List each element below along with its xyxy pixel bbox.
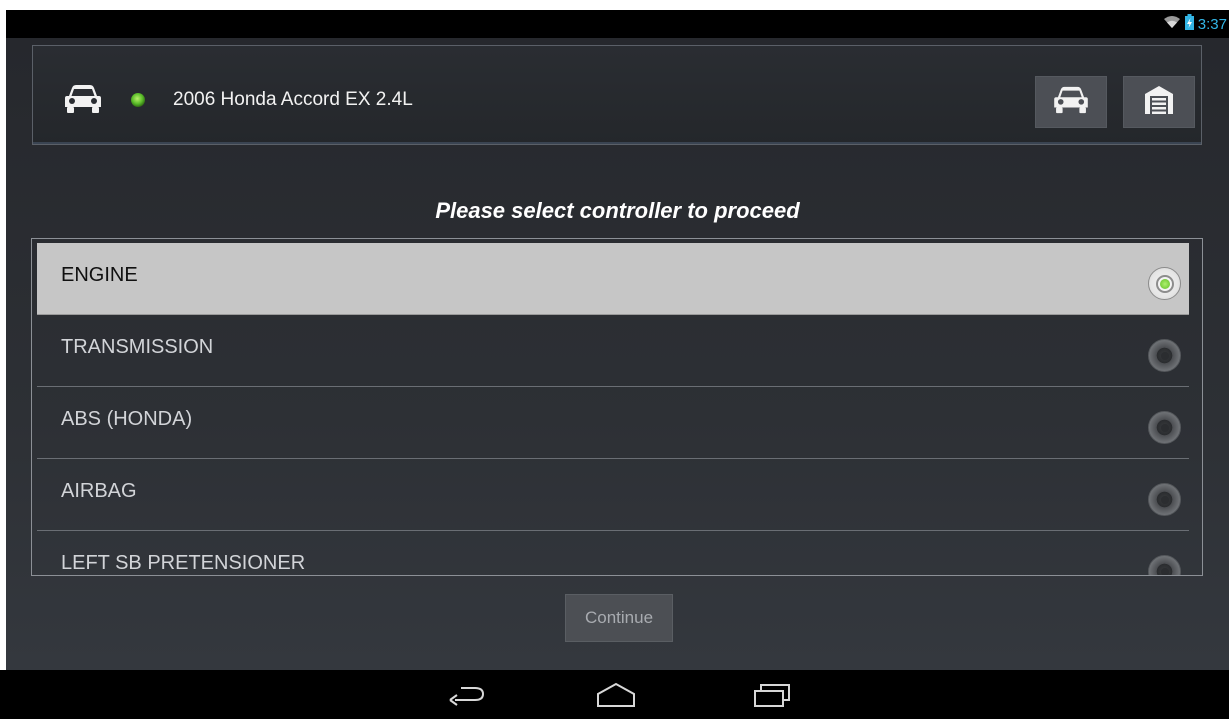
controller-label: ABS (HONDA) — [61, 408, 193, 430]
controller-item-engine[interactable]: ENGINE — [37, 243, 1189, 315]
continue-button[interactable]: Continue — [565, 594, 673, 642]
radio-button[interactable] — [1148, 339, 1181, 372]
radio-button[interactable] — [1148, 555, 1181, 575]
home-icon[interactable] — [596, 682, 636, 713]
connection-status-indicator — [131, 93, 145, 107]
radio-button[interactable] — [1148, 411, 1181, 444]
app-window: 2006 Honda Accord EX 2.4L Please select … — [6, 38, 1229, 670]
status-bar: 3:37 — [6, 10, 1229, 38]
select-controller-prompt: Please select controller to proceed — [435, 198, 800, 223]
navigation-bar — [0, 670, 1229, 719]
vehicle-button[interactable] — [1035, 76, 1107, 128]
controller-item-abs[interactable]: ABS (HONDA) — [37, 387, 1189, 459]
radio-button[interactable] — [1148, 483, 1181, 516]
controller-label: TRANSMISSION — [61, 336, 214, 358]
car-icon — [64, 84, 102, 119]
garage-button[interactable] — [1123, 76, 1195, 128]
car-icon — [1053, 86, 1089, 119]
controller-label: AIRBAG — [61, 480, 137, 502]
status-area: 3:37 — [1163, 14, 1227, 35]
controller-label: ENGINE — [61, 264, 138, 286]
controller-item-transmission[interactable]: TRANSMISSION — [37, 315, 1189, 387]
controller-item-airbag[interactable]: AIRBAG — [37, 459, 1189, 531]
vehicle-name: 2006 Honda Accord EX 2.4L — [173, 89, 413, 110]
recent-apps-icon[interactable] — [752, 682, 792, 713]
controller-list[interactable]: ENGINE TRANSMISSION ABS (HONDA) AIRBAG L… — [31, 238, 1203, 576]
garage-icon — [1143, 84, 1175, 121]
controller-label: LEFT SB PRETENSIONER — [61, 552, 306, 574]
back-icon[interactable] — [447, 682, 487, 713]
vehicle-header: 2006 Honda Accord EX 2.4L — [32, 45, 1202, 145]
radio-button-selected[interactable] — [1148, 267, 1181, 300]
wifi-icon — [1163, 15, 1181, 34]
controller-item-left-sb-pretensioner[interactable]: LEFT SB PRETENSIONER — [37, 531, 1189, 575]
battery-charging-icon — [1184, 14, 1194, 35]
status-time: 3:37 — [1197, 16, 1227, 33]
